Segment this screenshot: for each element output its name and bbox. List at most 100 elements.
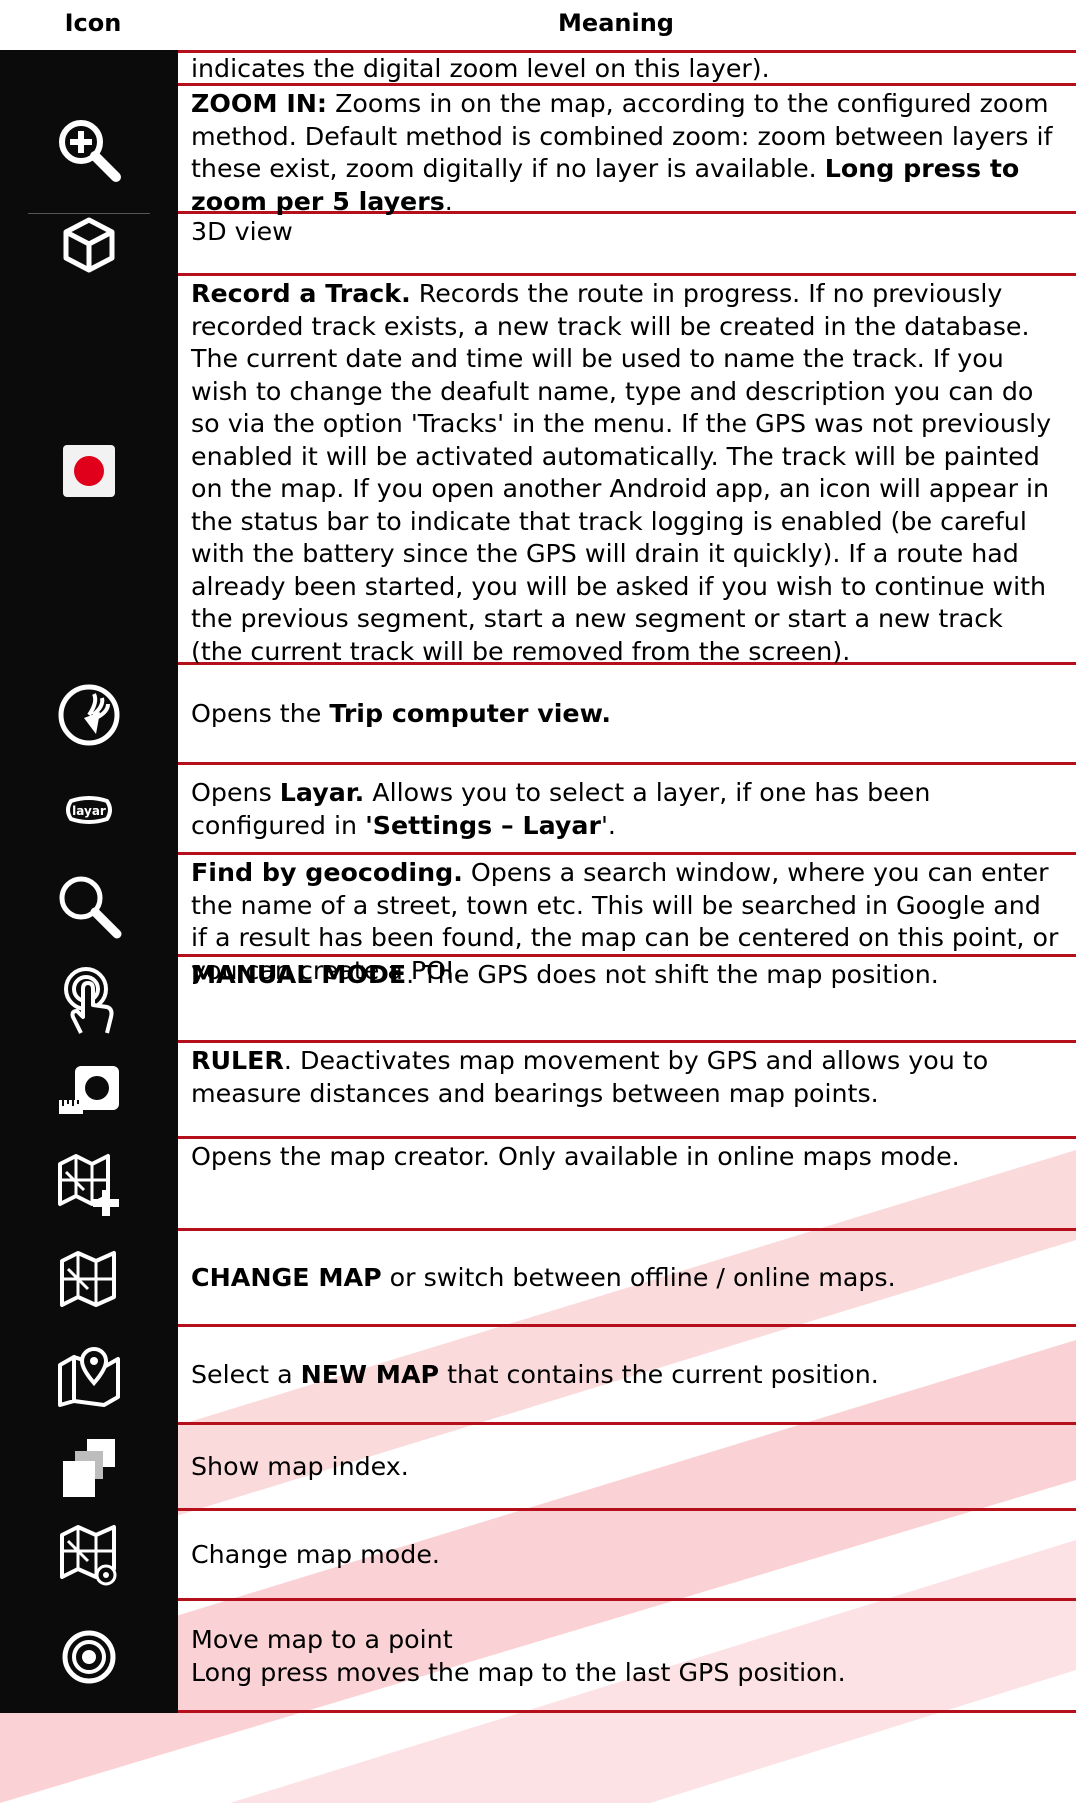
meaning-cell: MANUAL MODE. The GPS does not shift the … [178, 957, 1076, 1043]
text: Select a [191, 1360, 301, 1390]
table-row: Opens the map creator. Only available in… [0, 1139, 1076, 1231]
meaning-cell: Show map index. [178, 1425, 1076, 1511]
table-row: Record a Track. Records the route in pro… [0, 276, 1076, 668]
bold-text: ZOOM IN: [191, 89, 328, 118]
text: Show map index. [191, 1452, 409, 1482]
bold-text: Trip computer view. [329, 699, 611, 729]
icon-cell [0, 86, 178, 214]
meaning-cell: Find by geocoding. Opens a search window… [178, 855, 1076, 985]
map-index-icon [59, 1435, 119, 1501]
legend-table: Icon Meaning indicates the digital zoom … [0, 0, 1076, 1713]
change-map-icon [56, 1249, 122, 1309]
text: . Deactivates map movement by GPS and al… [191, 1046, 989, 1108]
meaning-cell: Opens the map creator. Only available in… [178, 1139, 1076, 1231]
meaning-text: Opens the map creator. Only available in… [191, 1141, 1062, 1174]
table-row: CHANGE MAP or switch between offline / o… [0, 1231, 1076, 1327]
bold-text: RULER [191, 1046, 284, 1075]
text: Long press moves the map to the last GPS… [191, 1657, 846, 1687]
icon-cell [0, 665, 178, 765]
text: Opens the [191, 699, 330, 729]
meaning-cell: Change map mode. [178, 1511, 1076, 1601]
layar-icon: layar [65, 795, 113, 825]
icon-cell [0, 1231, 178, 1327]
icon-cell [0, 1327, 178, 1425]
table-row: ZOOM IN: Zooms in on the map, according … [0, 86, 1076, 216]
text: . The GPS does not shift the map positio… [406, 960, 939, 989]
header-meaning: Meaning [558, 9, 674, 37]
manual-mode-icon [59, 965, 119, 1035]
map-creator-icon [54, 1150, 124, 1220]
meaning-text: ZOOM IN: Zooms in on the map, according … [191, 88, 1062, 218]
table-header: Icon Meaning [0, 0, 1076, 50]
table-row: RULER. Deactivates map movement by GPS a… [0, 1043, 1076, 1139]
meaning-text: Select a NEW MAP that contains the curre… [191, 1359, 1062, 1392]
table-row: Change map mode. [0, 1511, 1076, 1601]
header-icon: Icon [64, 9, 122, 37]
trip-computer-icon [56, 682, 122, 748]
icon-cell [0, 50, 178, 86]
text: indicates the digital zoom level on this… [191, 54, 770, 83]
meaning-text: Change map mode. [191, 1539, 1062, 1572]
bold-text: CHANGE MAP [191, 1263, 382, 1293]
text: . [444, 186, 453, 216]
text: '. [600, 810, 616, 840]
meaning-text: Show map index. [191, 1451, 1062, 1484]
meaning-cell: CHANGE MAP or switch between offline / o… [178, 1231, 1076, 1327]
ruler-icon [55, 1062, 123, 1120]
zoom-in-icon [54, 115, 124, 185]
table-row: Move map to a point Long press moves the … [0, 1601, 1076, 1713]
icon-cell [0, 276, 178, 665]
meaning-cell: Record a Track. Records the route in pro… [178, 276, 1076, 668]
icon-cell: layar [0, 765, 178, 855]
bold-text: Layar. [279, 778, 365, 807]
meaning-cell: Opens the Trip computer view. [178, 665, 1076, 765]
text: 3D view [191, 217, 293, 246]
search-icon [55, 872, 123, 940]
table-row: 3D view [0, 214, 1076, 276]
meaning-text: RULER. Deactivates map movement by GPS a… [191, 1045, 1062, 1110]
meaning-cell: Opens Layar. Allows you to select a laye… [178, 765, 1076, 855]
meaning-cell: Select a NEW MAP that contains the curre… [178, 1327, 1076, 1425]
cube-icon [60, 216, 118, 274]
meaning-cell: indicates the digital zoom level on this… [178, 50, 1076, 86]
text: Opens the map creator. Only available in… [191, 1142, 960, 1171]
icon-cell [0, 855, 178, 957]
meaning-text: indicates the digital zoom level on this… [191, 53, 1062, 86]
icon-cell [0, 214, 178, 276]
bold-text: Record a Track. [191, 279, 411, 308]
meaning-text: Record a Track. Records the route in pro… [191, 278, 1062, 668]
icon-cell [0, 1139, 178, 1231]
table-row: indicates the digital zoom level on this… [0, 50, 1076, 86]
bold-text: 'Settings – Layar [365, 810, 601, 840]
icon-cell [0, 1511, 178, 1601]
map-mode-icon [56, 1523, 122, 1589]
svg-text:layar: layar [72, 804, 106, 818]
bold-text: NEW MAP [300, 1360, 440, 1390]
meaning-text: CHANGE MAP or switch between offline / o… [191, 1262, 1062, 1295]
bold-text: MANUAL MODE [191, 960, 407, 989]
table-row: Select a NEW MAP that contains the curre… [0, 1327, 1076, 1425]
text: Records the route in progress. If no pre… [191, 279, 1052, 666]
bold-text: Find by geocoding. [191, 858, 463, 887]
meaning-text: Move map to a point Long press moves the … [191, 1624, 1062, 1689]
text: Change map mode. [191, 1540, 440, 1570]
record-icon [61, 443, 117, 499]
text: that contains the current position. [439, 1360, 879, 1390]
icon-cell [0, 1425, 178, 1511]
text: Opens [191, 778, 280, 807]
text: Move map to a point [191, 1625, 453, 1654]
meaning-text: Opens Layar. Allows you to select a laye… [191, 777, 1062, 842]
icon-cell [0, 1043, 178, 1139]
table-row: Show map index. [0, 1425, 1076, 1511]
meaning-text: 3D view [191, 216, 1062, 249]
new-map-icon [54, 1343, 124, 1409]
meaning-cell: Move map to a point Long press moves the … [178, 1601, 1076, 1713]
table-row: Opens the Trip computer view. [0, 665, 1076, 765]
table-row: layar Opens Layar. Allows you to select a… [0, 765, 1076, 855]
table-row: Find by geocoding. Opens a search window… [0, 855, 1076, 985]
meaning-cell: 3D view [178, 214, 1076, 276]
table-row: MANUAL MODE. The GPS does not shift the … [0, 957, 1076, 1043]
meaning-text: MANUAL MODE. The GPS does not shift the … [191, 959, 1062, 992]
meaning-text: Opens the Trip computer view. [191, 698, 1062, 731]
target-icon [61, 1629, 117, 1685]
